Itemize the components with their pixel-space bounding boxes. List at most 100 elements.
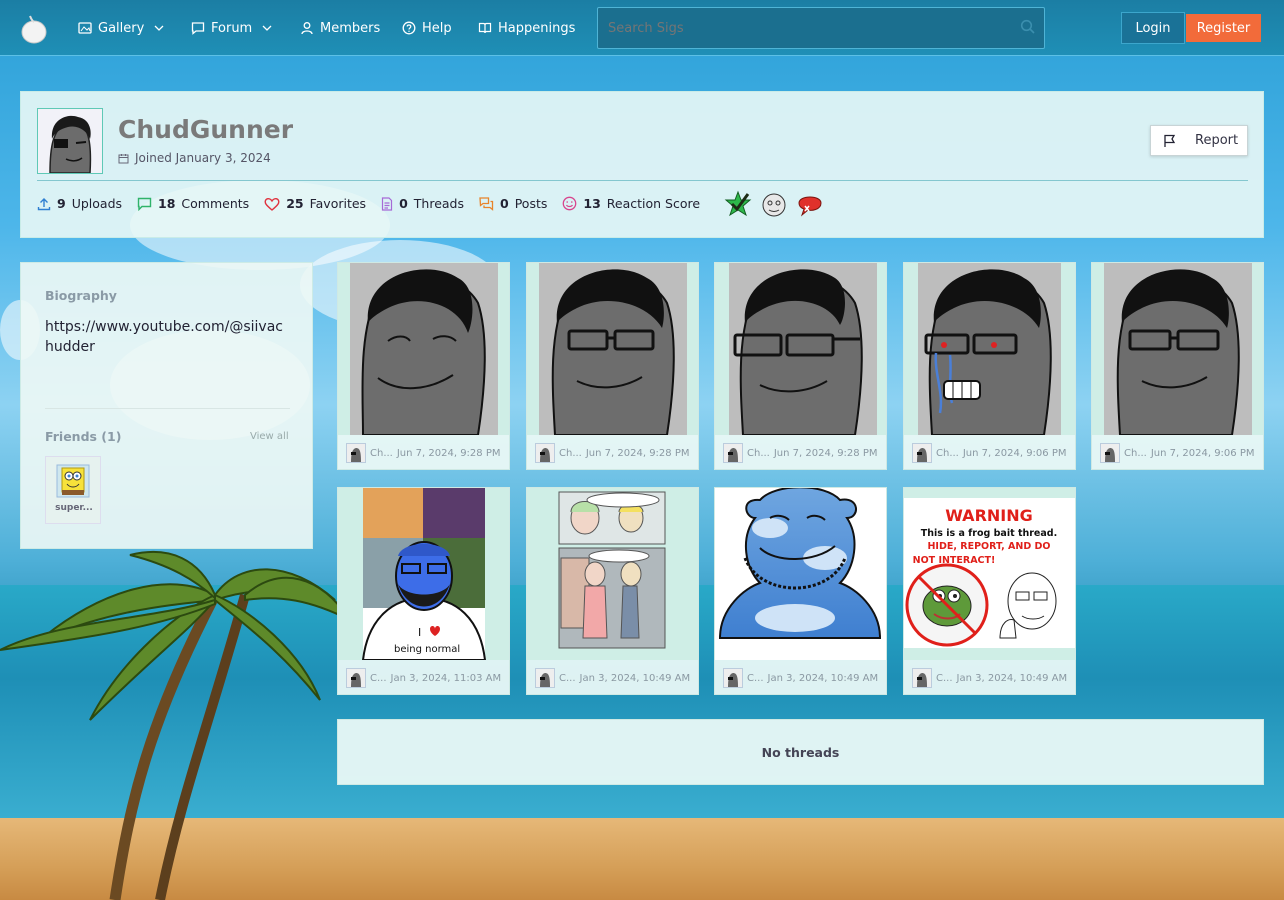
gallery-item-author[interactable]: Ch... <box>559 448 582 459</box>
stat-favorites[interactable]: 25 Favorites <box>264 196 366 211</box>
search-icon[interactable] <box>1020 19 1036 35</box>
gallery-item-date: Jun 7, 2024, 9:28 PM <box>396 447 501 459</box>
green-star-check-badge-icon[interactable] <box>724 190 752 218</box>
gallery-item[interactable]: Ch... Jun 7, 2024, 9:06 PM <box>1091 262 1264 470</box>
gallery-item-meta: Ch... Jun 7, 2024, 9:06 PM <box>912 443 1066 463</box>
gallery-item-author[interactable]: C... <box>747 673 764 684</box>
wojak-face-avatar <box>347 669 365 687</box>
stat-comments[interactable]: 18 Comments <box>137 196 249 211</box>
author-avatar[interactable] <box>723 443 743 463</box>
friend-card[interactable]: super... <box>45 456 101 524</box>
stat-reaction-score-label: Reaction Score <box>606 196 701 211</box>
nav-gallery[interactable]: Gallery <box>78 0 164 56</box>
gallery-item[interactable]: Ch... Jun 7, 2024, 9:28 PM <box>526 262 699 470</box>
gallery-item[interactable]: C... Jan 3, 2024, 10:49 AM <box>714 487 887 695</box>
author-avatar[interactable] <box>912 668 932 688</box>
profile-divider <box>37 180 1248 181</box>
palm-trees <box>0 550 353 900</box>
author-avatar[interactable] <box>346 443 366 463</box>
author-avatar[interactable] <box>1100 443 1120 463</box>
nav-members-label: Members <box>320 20 381 36</box>
gallery-thumbnail[interactable] <box>715 488 886 660</box>
gallery-item-date: Jan 3, 2024, 11:03 AM <box>390 672 502 684</box>
gallery-item[interactable]: I being normal C... Jan 3, 2024, 11:03 A… <box>337 487 510 695</box>
gallery-item-date: Jan 3, 2024, 10:49 AM <box>956 672 1068 684</box>
nav-help[interactable]: Help <box>402 0 452 56</box>
stat-reaction-score[interactable]: 13 Reaction Score <box>562 196 700 211</box>
cloud-smug-face-image <box>718 488 882 639</box>
gallery-item-author[interactable]: Ch... <box>747 448 770 459</box>
report-button[interactable]: Report <box>1150 125 1248 156</box>
smiley-icon <box>563 196 577 211</box>
frog-bait-warning-image: WARNING This is a frog bait thread. HIDE… <box>904 498 1075 648</box>
stat-uploads[interactable]: 9 Uploads <box>37 196 122 211</box>
stat-posts[interactable]: 0 Posts <box>479 196 547 211</box>
top-navigation-bar: Gallery Forum Members Help Happenings Lo… <box>0 0 1284 56</box>
sidebar-divider <box>45 408 290 409</box>
gallery-item[interactable]: Ch... Jun 7, 2024, 9:28 PM <box>337 262 510 470</box>
nav-happenings-label: Happenings <box>498 20 576 36</box>
gallery-item-author[interactable]: C... <box>936 673 953 684</box>
gallery-item[interactable]: WARNING This is a frog bait thread. HIDE… <box>903 487 1076 695</box>
gallery-item-author[interactable]: C... <box>559 673 576 684</box>
gallery-thumbnail[interactable]: WARNING This is a frog bait thread. HIDE… <box>904 488 1075 660</box>
profile-avatar[interactable] <box>37 108 103 174</box>
author-avatar[interactable] <box>723 668 743 688</box>
nav-forum-label: Forum <box>211 20 253 36</box>
wojak-face-avatar <box>913 444 931 462</box>
view-all-friends-link[interactable]: View all <box>250 431 289 442</box>
nav-forum[interactable]: Forum <box>191 0 272 56</box>
gallery-item-date: Jan 3, 2024, 10:49 AM <box>767 672 879 684</box>
nav-members[interactable]: Members <box>300 0 380 56</box>
warning-line1: This is a frog bait thread. <box>921 528 1057 539</box>
stat-threads-label: Threads <box>413 196 464 211</box>
gallery-thumbnail[interactable] <box>527 488 698 660</box>
chevron-down-icon <box>262 25 272 31</box>
gallery-item-author[interactable]: Ch... <box>370 448 393 459</box>
gallery-item-author[interactable]: Ch... <box>1124 448 1147 459</box>
gallery-item[interactable]: C... Jan 3, 2024, 10:49 AM <box>526 487 699 695</box>
profile-joined: Joined January 3, 2024 <box>118 151 271 165</box>
posts-icon <box>479 196 494 211</box>
gallery-item-meta: C... Jan 3, 2024, 10:49 AM <box>912 668 1067 688</box>
profile-sidebar: Biography https://www.youtube.com/@siiva… <box>20 262 313 549</box>
gallery-item-author[interactable]: Ch... <box>936 448 959 459</box>
gallery-item[interactable]: Ch... Jun 7, 2024, 9:06 PM <box>903 262 1076 470</box>
red-speech-x-badge-icon[interactable] <box>796 190 824 218</box>
gallery-thumbnail[interactable]: I being normal <box>338 488 509 660</box>
stat-threads[interactable]: 0 Threads <box>381 196 464 211</box>
trophy-badges <box>724 190 824 218</box>
gallery-thumbnail[interactable] <box>904 263 1075 435</box>
site-logo-icon[interactable] <box>20 12 48 44</box>
chevron-down-icon <box>154 25 164 31</box>
stat-posts-label: Posts <box>514 196 548 211</box>
stat-reaction-score-count: 13 <box>583 196 601 211</box>
gallery-item-date: Jun 7, 2024, 9:06 PM <box>1150 447 1255 459</box>
no-threads-message: No threads <box>337 719 1264 785</box>
wojak-face-badge-icon[interactable] <box>760 190 788 218</box>
stat-uploads-label: Uploads <box>71 196 123 211</box>
gallery-thumbnail[interactable] <box>338 263 509 435</box>
biography-text[interactable]: https://www.youtube.com/@siivachudder <box>45 317 290 357</box>
nav-happenings[interactable]: Happenings <box>478 0 575 56</box>
author-avatar[interactable] <box>346 668 366 688</box>
gallery-item[interactable]: Ch... Jun 7, 2024, 9:28 PM <box>714 262 887 470</box>
login-button[interactable]: Login <box>1121 12 1185 44</box>
gallery-item-author[interactable]: C... <box>370 673 387 684</box>
search-input[interactable] <box>597 7 1045 49</box>
being-normal-collage-image: I being normal <box>361 488 487 660</box>
register-button[interactable]: Register <box>1186 14 1261 42</box>
gallery-thumbnail[interactable] <box>715 263 886 435</box>
stat-uploads-count: 9 <box>57 196 66 211</box>
profile-username: ChudGunner <box>118 115 294 144</box>
author-avatar[interactable] <box>912 443 932 463</box>
author-avatar[interactable] <box>535 668 555 688</box>
gallery-thumbnail[interactable] <box>1092 263 1263 435</box>
profile-joined-label: Joined January 3, 2024 <box>135 151 271 165</box>
author-avatar[interactable] <box>535 443 555 463</box>
gallery-thumbnail[interactable] <box>527 263 698 435</box>
biography-heading: Biography <box>45 288 117 303</box>
gallery-item-meta: Ch... Jun 7, 2024, 9:06 PM <box>1100 443 1254 463</box>
stat-comments-label: Comments <box>181 196 250 211</box>
nav-gallery-label: Gallery <box>98 20 145 36</box>
